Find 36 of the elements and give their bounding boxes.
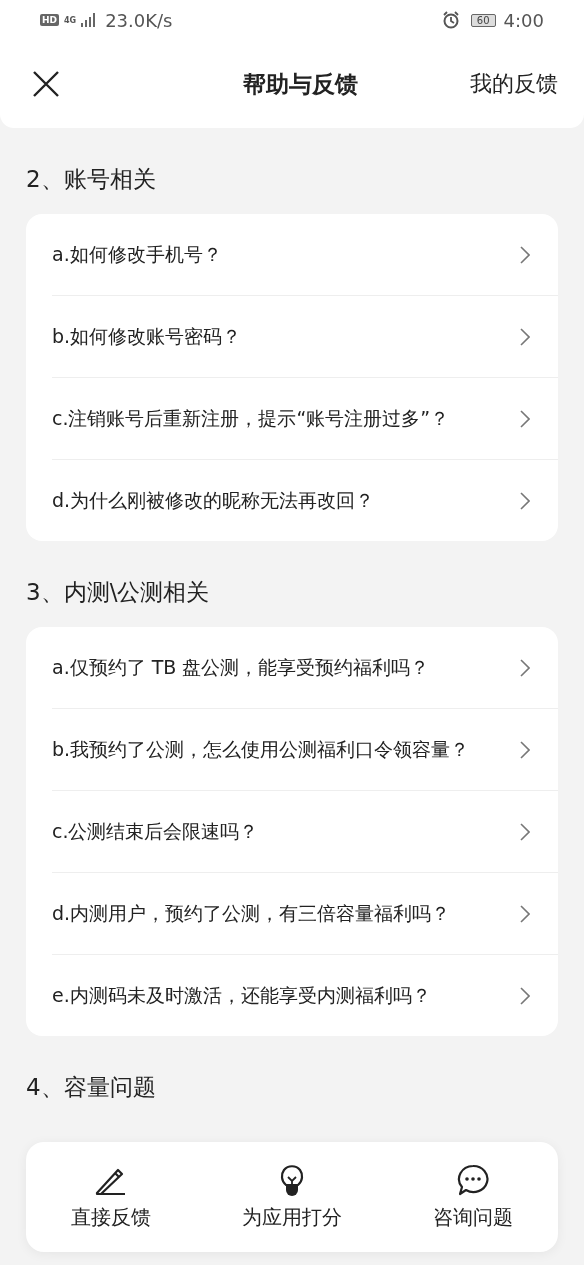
- section-title: 2、账号相关: [26, 165, 157, 194]
- action-button[interactable]: 为应用打分: [242, 1163, 342, 1231]
- chevron-icon: [520, 327, 530, 346]
- my-feedback-link[interactable]: 我的反馈: [470, 69, 558, 99]
- question-item[interactable]: a.仅预约了 TB 盘公测，能享受预约福利吗？: [52, 627, 558, 709]
- action-button[interactable]: 咨询问题: [432, 1163, 513, 1231]
- alarm-icon: [441, 11, 460, 29]
- question-item[interactable]: e.内测码未及时激活，还能享受内测福利吗？: [52, 955, 558, 1036]
- hd-badge: HD: [40, 14, 59, 26]
- lightbulb-icon: [279, 1163, 305, 1196]
- question-item[interactable]: b.我预约了公测，怎么使用公测福利口令领容量？: [52, 709, 558, 791]
- chevron-icon: [520, 904, 530, 923]
- close-icon[interactable]: [32, 70, 60, 98]
- question-item[interactable]: d.为什么刚被修改的昵称无法再改回？: [52, 460, 558, 541]
- chevron-icon: [520, 491, 530, 510]
- chat-icon: [456, 1163, 489, 1196]
- section-title: 4、容量问题: [26, 1073, 157, 1102]
- chevron-icon: [520, 822, 530, 841]
- chevron-icon: [520, 740, 530, 759]
- battery-indicator: 60: [470, 13, 496, 27]
- chevron-icon: [520, 409, 530, 428]
- network-type: 4G: [64, 15, 77, 25]
- section-title: 3、内测\公测相关: [26, 578, 211, 607]
- clock: 4:00: [503, 9, 544, 31]
- question-item[interactable]: b.如何修改账号密码？: [52, 296, 558, 378]
- question-item[interactable]: c.注销账号后重新注册，提示“账号注册过多”？: [52, 378, 558, 460]
- signal-icon: [81, 13, 98, 27]
- page-title: 帮助与反馈: [242, 69, 358, 99]
- chevron-icon: [520, 986, 530, 1005]
- chevron-icon: [520, 658, 530, 677]
- question-item[interactable]: a.如何修改手机号？: [52, 214, 558, 296]
- question-item[interactable]: d.内测用户，预约了公测，有三倍容量福利吗？: [52, 873, 558, 955]
- chevron-icon: [520, 245, 530, 264]
- network-speed: 23.0K/s: [105, 9, 173, 31]
- action-button[interactable]: 直接反馈: [71, 1163, 152, 1231]
- question-item[interactable]: c.公测结束后会限速吗？: [52, 791, 558, 873]
